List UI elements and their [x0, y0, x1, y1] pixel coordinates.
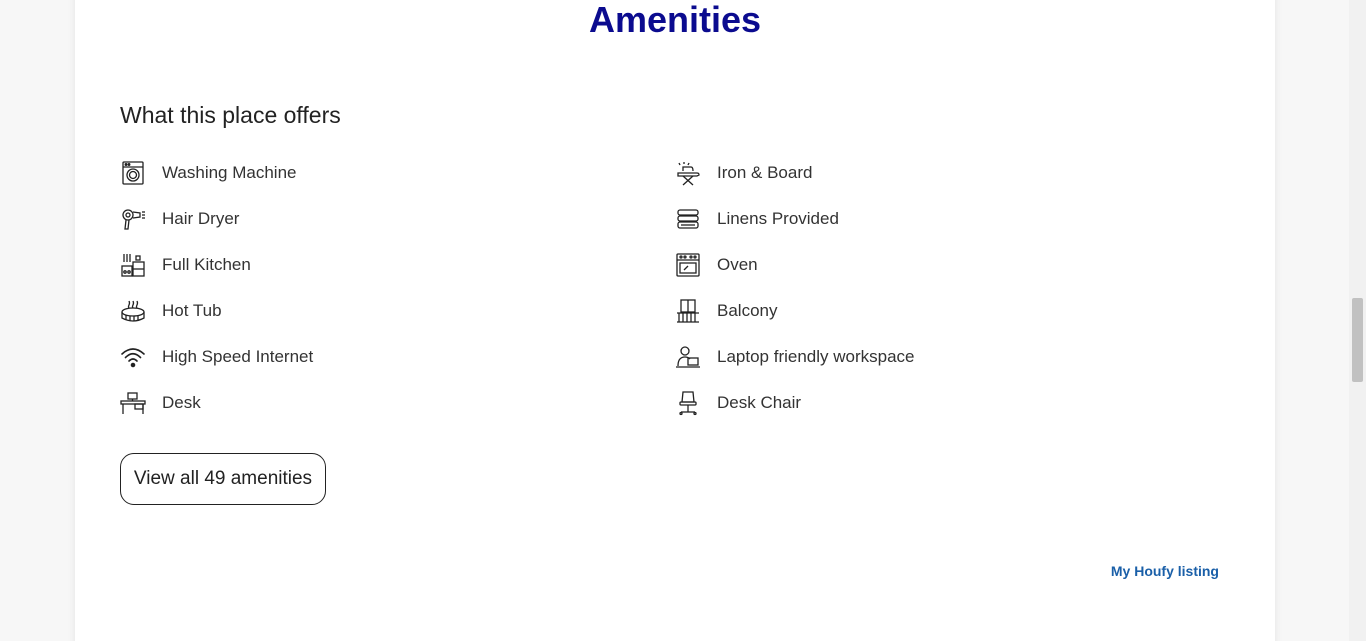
hot-tub-icon — [120, 298, 146, 324]
amenity-hair-dryer: Hair Dryer — [120, 196, 675, 242]
page: Amenities What this place offers Washing… — [0, 0, 1366, 641]
amenity-label: Desk Chair — [717, 393, 802, 412]
amenity-label: Balcony — [717, 301, 778, 320]
amenity-iron-board: Iron & Board — [675, 150, 1230, 196]
amenity-label: Iron & Board — [717, 163, 813, 182]
amenity-label: Full Kitchen — [162, 255, 251, 274]
iron-board-icon — [675, 160, 701, 186]
amenity-label: Washing Machine — [162, 163, 297, 182]
amenity-desk: Desk — [120, 380, 675, 426]
amenities-subtitle: What this place offers — [120, 102, 341, 128]
wifi-icon — [120, 344, 146, 370]
amenity-hot-tub: Hot Tub — [120, 288, 675, 334]
amenity-desk-chair: Desk Chair — [675, 380, 1230, 426]
amenity-label: Oven — [717, 255, 758, 274]
linens-icon — [675, 206, 701, 232]
balcony-icon — [675, 298, 701, 324]
amenity-label: Linens Provided — [717, 209, 839, 228]
amenity-oven: Oven — [675, 242, 1230, 288]
section-title: Amenities — [588, 0, 762, 40]
amenity-label: Hot Tub — [162, 301, 222, 320]
amenity-full-kitchen: Full Kitchen — [120, 242, 675, 288]
amenity-balcony: Balcony — [675, 288, 1230, 334]
amenity-label: High Speed Internet — [162, 347, 314, 366]
amenity-linens: Linens Provided — [675, 196, 1230, 242]
desk-icon — [120, 390, 146, 416]
amenity-label: Laptop friendly workspace — [717, 347, 915, 366]
oven-icon — [675, 252, 701, 278]
amenity-laptop-workspace: Laptop friendly workspace — [675, 334, 1230, 380]
washing-machine-icon — [120, 160, 146, 186]
my-houfy-listing-link[interactable]: My Houfy listing — [1111, 563, 1219, 579]
amenity-internet: High Speed Internet — [120, 334, 675, 380]
desk-chair-icon — [675, 390, 701, 416]
amenity-label: Desk — [162, 393, 201, 412]
amenity-washing-machine: Washing Machine — [120, 150, 675, 196]
view-all-amenities-button[interactable]: View all 49 amenities — [120, 453, 326, 505]
scrollbar-thumb[interactable] — [1352, 298, 1363, 382]
vertical-scrollbar[interactable] — [1349, 0, 1366, 641]
amenities-list: Washing Machine Iron & Board Hair Dryer … — [120, 150, 1230, 426]
laptop-workspace-icon — [675, 344, 701, 370]
hair-dryer-icon — [120, 206, 146, 232]
amenities-card: Amenities What this place offers Washing… — [75, 0, 1275, 641]
kitchen-icon — [120, 252, 146, 278]
amenity-label: Hair Dryer — [162, 209, 240, 228]
